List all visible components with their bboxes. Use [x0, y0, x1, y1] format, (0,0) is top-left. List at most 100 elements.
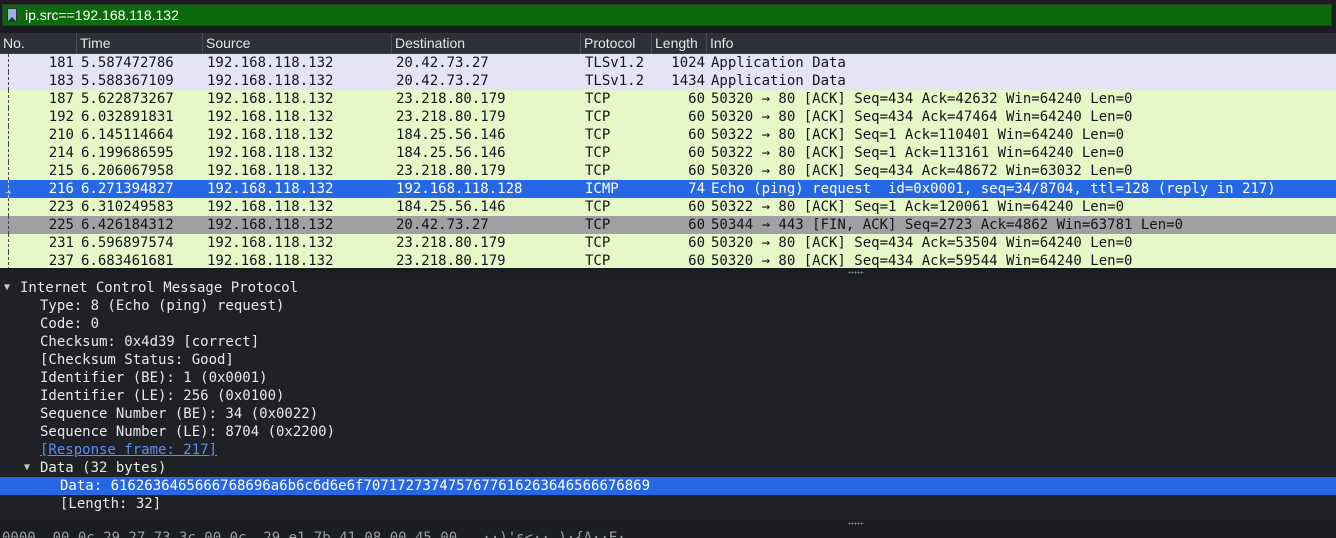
display-filter-text: ip.src==192.168.118.132	[25, 7, 179, 23]
packet-info: 50320 → 80 [ACK] Seq=434 Ack=47464 Win=6…	[711, 109, 1133, 125]
column-header-info[interactable]: Info	[707, 33, 1336, 54]
tree-item-type[interactable]: Type: 8 (Echo (ping) request)	[0, 297, 1336, 315]
packet-protocol: ICMP	[585, 181, 619, 197]
packet-source: 192.168.118.132	[207, 235, 334, 251]
packet-no: 216	[48, 181, 74, 197]
packet-protocol: TCP	[585, 253, 611, 268]
tree-item-checksum-status[interactable]: [Checksum Status: Good]	[0, 351, 1336, 369]
bytes-line: 0000 00 0c 29 27 73 3c 00 0c 29 e1 7b 41…	[2, 530, 626, 538]
packet-protocol: TCP	[585, 199, 611, 215]
packet-info: Application Data	[711, 55, 846, 71]
packet-time: 5.622873267	[81, 91, 174, 107]
packet-length: 60	[688, 145, 705, 161]
column-header-source[interactable]: Source	[203, 33, 392, 54]
packet-destination: 23.218.80.179	[396, 91, 506, 107]
packet-destination: 184.25.56.146	[396, 127, 506, 143]
packet-destination: 184.25.56.146	[396, 145, 506, 161]
splitter-grip-icon	[848, 522, 864, 525]
pane-splitter-bottom[interactable]	[0, 519, 1336, 529]
tree-item-code[interactable]: Code: 0	[0, 315, 1336, 333]
packet-destination: 23.218.80.179	[396, 109, 506, 125]
tree-item-response-frame[interactable]: [Response frame: 217]	[0, 441, 1336, 459]
packet-destination: 192.168.118.128	[396, 181, 523, 197]
packet-source: 192.168.118.132	[207, 181, 334, 197]
packet-time: 6.683461681	[81, 253, 174, 268]
packet-bytes-pane: 0000 00 0c 29 27 73 3c 00 0c 29 e1 7b 41…	[0, 529, 1336, 538]
packet-no: 237	[48, 253, 74, 268]
pane-splitter-top[interactable]	[0, 268, 1336, 278]
packet-row[interactable]: 215 6.206067958 192.168.118.132 23.218.80.1…	[0, 162, 1336, 180]
packet-row[interactable]: 223 6.310249583 192.168.118.132 184.25.56.1…	[0, 198, 1336, 216]
packet-no: 231	[48, 235, 74, 251]
response-frame-link[interactable]: [Response frame: 217]	[40, 441, 217, 459]
packet-protocol: TCP	[585, 163, 611, 179]
packet-length: 60	[688, 109, 705, 125]
column-header-protocol[interactable]: Protocol	[581, 33, 652, 54]
packet-time: 6.199686595	[81, 145, 174, 161]
packet-info: 50320 → 80 [ACK] Seq=434 Ack=42632 Win=6…	[711, 91, 1133, 107]
packet-length: 60	[688, 217, 705, 233]
packet-list-header: No. Time Source Destination Protocol Len…	[0, 33, 1336, 54]
packet-time: 6.206067958	[81, 163, 174, 179]
tree-item-sequence-le[interactable]: Sequence Number (LE): 8704 (0x2200)	[0, 423, 1336, 441]
tree-item-icmp[interactable]: ▼ Internet Control Message Protocol	[0, 279, 1336, 297]
packet-protocol: TCP	[585, 145, 611, 161]
display-filter-input[interactable]: ip.src==192.168.118.132	[2, 4, 1332, 26]
packet-source: 192.168.118.132	[207, 145, 334, 161]
column-header-no[interactable]: No.	[0, 33, 77, 54]
packet-length: 60	[688, 199, 705, 215]
packet-row[interactable]: 214 6.199686595 192.168.118.132 184.25.56.1…	[0, 144, 1336, 162]
tree-item-identifier-le[interactable]: Identifier (LE): 256 (0x0100)	[0, 387, 1336, 405]
packet-no: 214	[48, 145, 74, 161]
splitter-grip-icon	[848, 271, 864, 274]
packet-row[interactable]: 225 6.426184312 192.168.118.132 20.42.73.27…	[0, 216, 1336, 234]
packet-source: 192.168.118.132	[207, 217, 334, 233]
expand-arrow-icon[interactable]: ▼	[24, 459, 30, 477]
packet-row[interactable]: 187 5.622873267 192.168.118.132 23.218.80.1…	[0, 90, 1336, 108]
packet-protocol: TLSv1.2	[585, 55, 645, 71]
packet-info: 50320 → 80 [ACK] Seq=434 Ack=48672 Win=6…	[711, 163, 1133, 179]
packet-protocol: TLSv1.2	[585, 73, 645, 89]
packet-info: 50344 → 443 [FIN, ACK] Seq=2723 Ack=4862…	[711, 217, 1184, 233]
packet-length: 60	[688, 253, 705, 268]
packet-row[interactable]: 192 6.032891831 192.168.118.132 23.218.80.1…	[0, 108, 1336, 126]
display-filter-bar: ip.src==192.168.118.132	[0, 4, 1336, 28]
packet-source: 192.168.118.132	[207, 199, 334, 215]
packet-destination: 184.25.56.146	[396, 199, 506, 215]
packet-row[interactable]: 210 6.145114664 192.168.118.132 184.25.56.1…	[0, 126, 1336, 144]
column-header-length[interactable]: Length	[652, 33, 707, 54]
packet-row[interactable]: → 216 6.271394827 192.168.118.132 192.168.11…	[0, 180, 1336, 198]
packet-time: 6.426184312	[81, 217, 174, 233]
tree-item-identifier-be[interactable]: Identifier (BE): 1 (0x0001)	[0, 369, 1336, 387]
tree-item-sequence-be[interactable]: Sequence Number (BE): 34 (0x0022)	[0, 405, 1336, 423]
packet-source: 192.168.118.132	[207, 91, 334, 107]
packet-no: 181	[48, 55, 74, 71]
packet-row[interactable]: 231 6.596897574 192.168.118.132 23.218.80.1…	[0, 234, 1336, 252]
tree-item-data-length[interactable]: [Length: 32]	[0, 495, 1336, 513]
packet-time: 6.145114664	[81, 127, 174, 143]
packet-destination: 20.42.73.27	[396, 73, 489, 89]
packet-destination: 23.218.80.179	[396, 253, 506, 268]
tree-item-checksum[interactable]: Checksum: 0x4d39 [correct]	[0, 333, 1336, 351]
packet-destination: 20.42.73.27	[396, 217, 489, 233]
packet-row[interactable]: 237 6.683461681 192.168.118.132 23.218.80.1…	[0, 252, 1336, 268]
packet-destination: 23.218.80.179	[396, 163, 506, 179]
tree-item-data[interactable]: ▼ Data (32 bytes)	[0, 459, 1336, 477]
column-header-destination[interactable]: Destination	[392, 33, 581, 54]
packet-row[interactable]: 183 5.588367109 192.168.118.132 20.42.73.27…	[0, 72, 1336, 90]
packet-info: 50320 → 80 [ACK] Seq=434 Ack=53504 Win=6…	[711, 235, 1133, 251]
expand-arrow-icon[interactable]: ▼	[4, 279, 10, 297]
packet-length: 1024	[671, 55, 705, 71]
packet-destination: 20.42.73.27	[396, 55, 489, 71]
packet-time: 6.310249583	[81, 199, 174, 215]
packet-length: 60	[688, 163, 705, 179]
packet-source: 192.168.118.132	[207, 73, 334, 89]
packet-source: 192.168.118.132	[207, 163, 334, 179]
tree-item-data-value[interactable]: Data: 6162636465666768696a6b6c6d6e6f7071…	[0, 477, 1336, 495]
bookmark-icon[interactable]	[7, 8, 17, 22]
packet-info: 50322 → 80 [ACK] Seq=1 Ack=110401 Win=64…	[711, 127, 1125, 143]
column-header-time[interactable]: Time	[77, 33, 203, 54]
packet-row[interactable]: 181 5.587472786 192.168.118.132 20.42.73.27…	[0, 54, 1336, 72]
packet-protocol: TCP	[585, 235, 611, 251]
packet-length: 60	[688, 91, 705, 107]
